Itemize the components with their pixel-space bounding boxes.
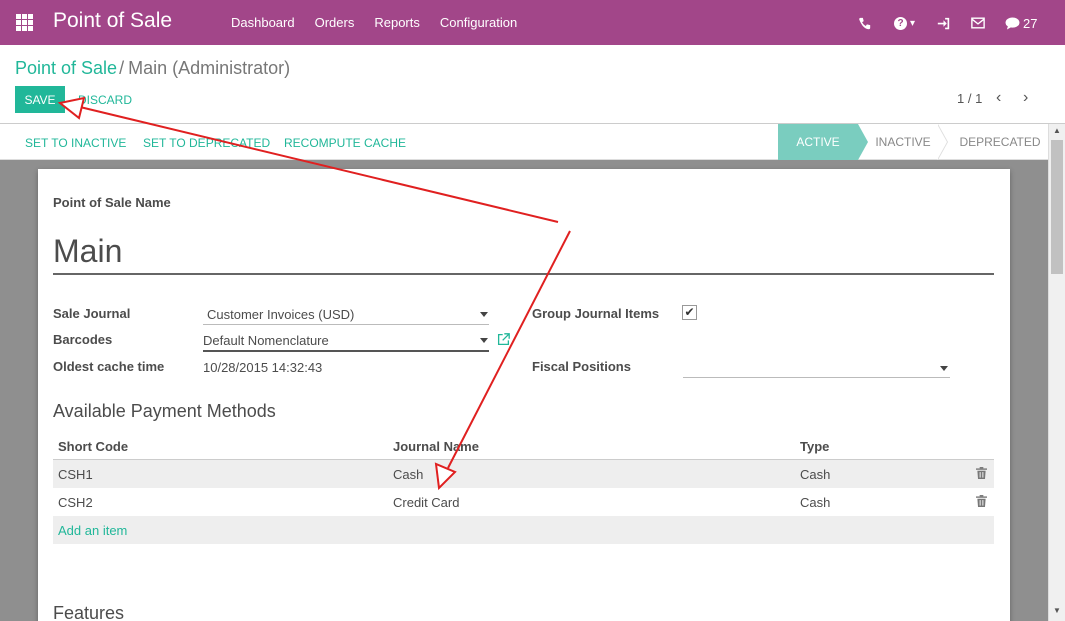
trash-icon[interactable]	[976, 467, 987, 482]
column-journal-name[interactable]: Journal Name	[393, 439, 479, 454]
set-to-deprecated-button[interactable]: SET TO DEPRECATED	[143, 136, 270, 150]
chevron-down-icon	[480, 338, 488, 343]
breadcrumb-parent[interactable]: Point of Sale	[15, 58, 117, 78]
name-input[interactable]: Main	[53, 233, 122, 270]
chevron-down-icon	[940, 366, 948, 371]
phone-icon[interactable]	[858, 15, 871, 31]
row-journal-name: Cash	[393, 467, 424, 482]
scrollbar-thumb[interactable]	[1051, 140, 1063, 274]
sale-journal-select[interactable]: Customer Invoices (USD)	[207, 307, 354, 322]
scrollbar[interactable]: ▲ ▼	[1048, 124, 1065, 621]
column-short-code[interactable]: Short Code	[58, 439, 128, 454]
add-row: Add an item	[53, 516, 994, 544]
group-journal-items-checkbox[interactable]: ✔	[682, 305, 697, 320]
scroll-up-arrow[interactable]: ▲	[1053, 126, 1061, 135]
payment-methods-table: Short Code Journal Name Type CSH1 Cash C…	[53, 433, 994, 544]
stage-deprecated[interactable]: DEPRECATED	[952, 124, 1048, 160]
sale-journal-underline	[203, 324, 489, 325]
help-menu[interactable]: ? ▾	[894, 15, 915, 31]
chat-icon	[1005, 16, 1020, 30]
breadcrumb-separator: /	[119, 58, 125, 78]
chat-count-badge: 27	[1023, 15, 1038, 31]
sign-in-icon[interactable]	[937, 15, 950, 31]
stage-inactive[interactable]: INACTIVE	[862, 124, 948, 160]
main-menu: Dashboard Orders Reports Configuration	[231, 15, 537, 30]
row-type: Cash	[800, 467, 831, 482]
mail-icon[interactable]	[971, 15, 985, 31]
fiscal-positions-label: Fiscal Positions	[532, 359, 631, 374]
name-label: Point of Sale Name	[53, 195, 171, 210]
barcodes-select[interactable]: Default Nomenclature	[203, 333, 329, 348]
status-bar: SET TO INACTIVE SET TO DEPRECATED RECOMP…	[0, 124, 1048, 160]
menu-item-reports[interactable]: Reports	[374, 15, 420, 30]
row-journal-name: Credit Card	[393, 495, 460, 510]
discard-button[interactable]: DISCARD	[78, 93, 132, 107]
apps-menu-icon[interactable]	[16, 14, 33, 31]
column-type[interactable]: Type	[800, 439, 829, 454]
recompute-cache-button[interactable]: RECOMPUTE CACHE	[284, 136, 406, 150]
form-view: Point of Sale Name Main Sale Journal Cus…	[0, 160, 1048, 621]
add-item-link[interactable]: Add an item	[58, 523, 127, 538]
menu-item-orders[interactable]: Orders	[315, 15, 355, 30]
control-panel: Point of Sale / Main (Administrator) SAVE …	[0, 45, 1065, 124]
oldest-cache-time-label: Oldest cache time	[53, 359, 165, 374]
group-journal-items-label: Group Journal Items	[532, 306, 660, 321]
table-row[interactable]: CSH1 Cash Cash	[53, 460, 994, 488]
menu-item-configuration[interactable]: Configuration	[440, 15, 517, 30]
fiscal-positions-underline	[683, 377, 950, 378]
pager-value: 1 / 1	[957, 91, 983, 106]
trash-icon[interactable]	[976, 495, 987, 510]
top-navbar: Point of Sale Dashboard Orders Reports C…	[0, 0, 1065, 45]
pager-previous-button[interactable]: ‹	[996, 89, 1001, 107]
scroll-down-arrow[interactable]: ▼	[1053, 606, 1061, 615]
chat-notifications[interactable]: 27	[1005, 15, 1037, 31]
oldest-cache-time-value: 10/28/2015 14:32:43	[203, 360, 323, 375]
row-short-code: CSH2	[58, 495, 93, 510]
breadcrumb: Point of Sale / Main (Administrator)	[15, 58, 290, 79]
set-to-inactive-button[interactable]: SET TO INACTIVE	[25, 136, 126, 150]
payment-methods-title: Available Payment Methods	[53, 401, 276, 421]
barcodes-label: Barcodes	[53, 332, 113, 347]
chevron-down-icon: ▾	[910, 17, 916, 29]
help-icon: ?	[894, 16, 907, 30]
barcodes-underline	[203, 350, 489, 352]
external-link-icon[interactable]	[497, 333, 510, 349]
pager-next-button[interactable]: ›	[1023, 89, 1028, 107]
name-underline	[53, 273, 994, 275]
table-row[interactable]: CSH2 Credit Card Cash	[53, 488, 994, 516]
stage-active[interactable]: ACTIVE	[778, 124, 868, 160]
row-short-code: CSH1	[58, 467, 93, 482]
features-title: Features	[53, 603, 125, 621]
app-brand: Point of Sale	[53, 9, 173, 32]
row-type: Cash	[800, 495, 831, 510]
table-header: Short Code Journal Name Type	[53, 433, 994, 460]
save-button[interactable]: SAVE	[15, 86, 65, 113]
sale-journal-label: Sale Journal	[53, 306, 131, 321]
menu-item-dashboard[interactable]: Dashboard	[231, 15, 295, 30]
form-sheet: Point of Sale Name Main Sale Journal Cus…	[38, 169, 1010, 621]
chevron-down-icon	[480, 312, 488, 317]
breadcrumb-current: Main (Administrator)	[128, 58, 291, 78]
